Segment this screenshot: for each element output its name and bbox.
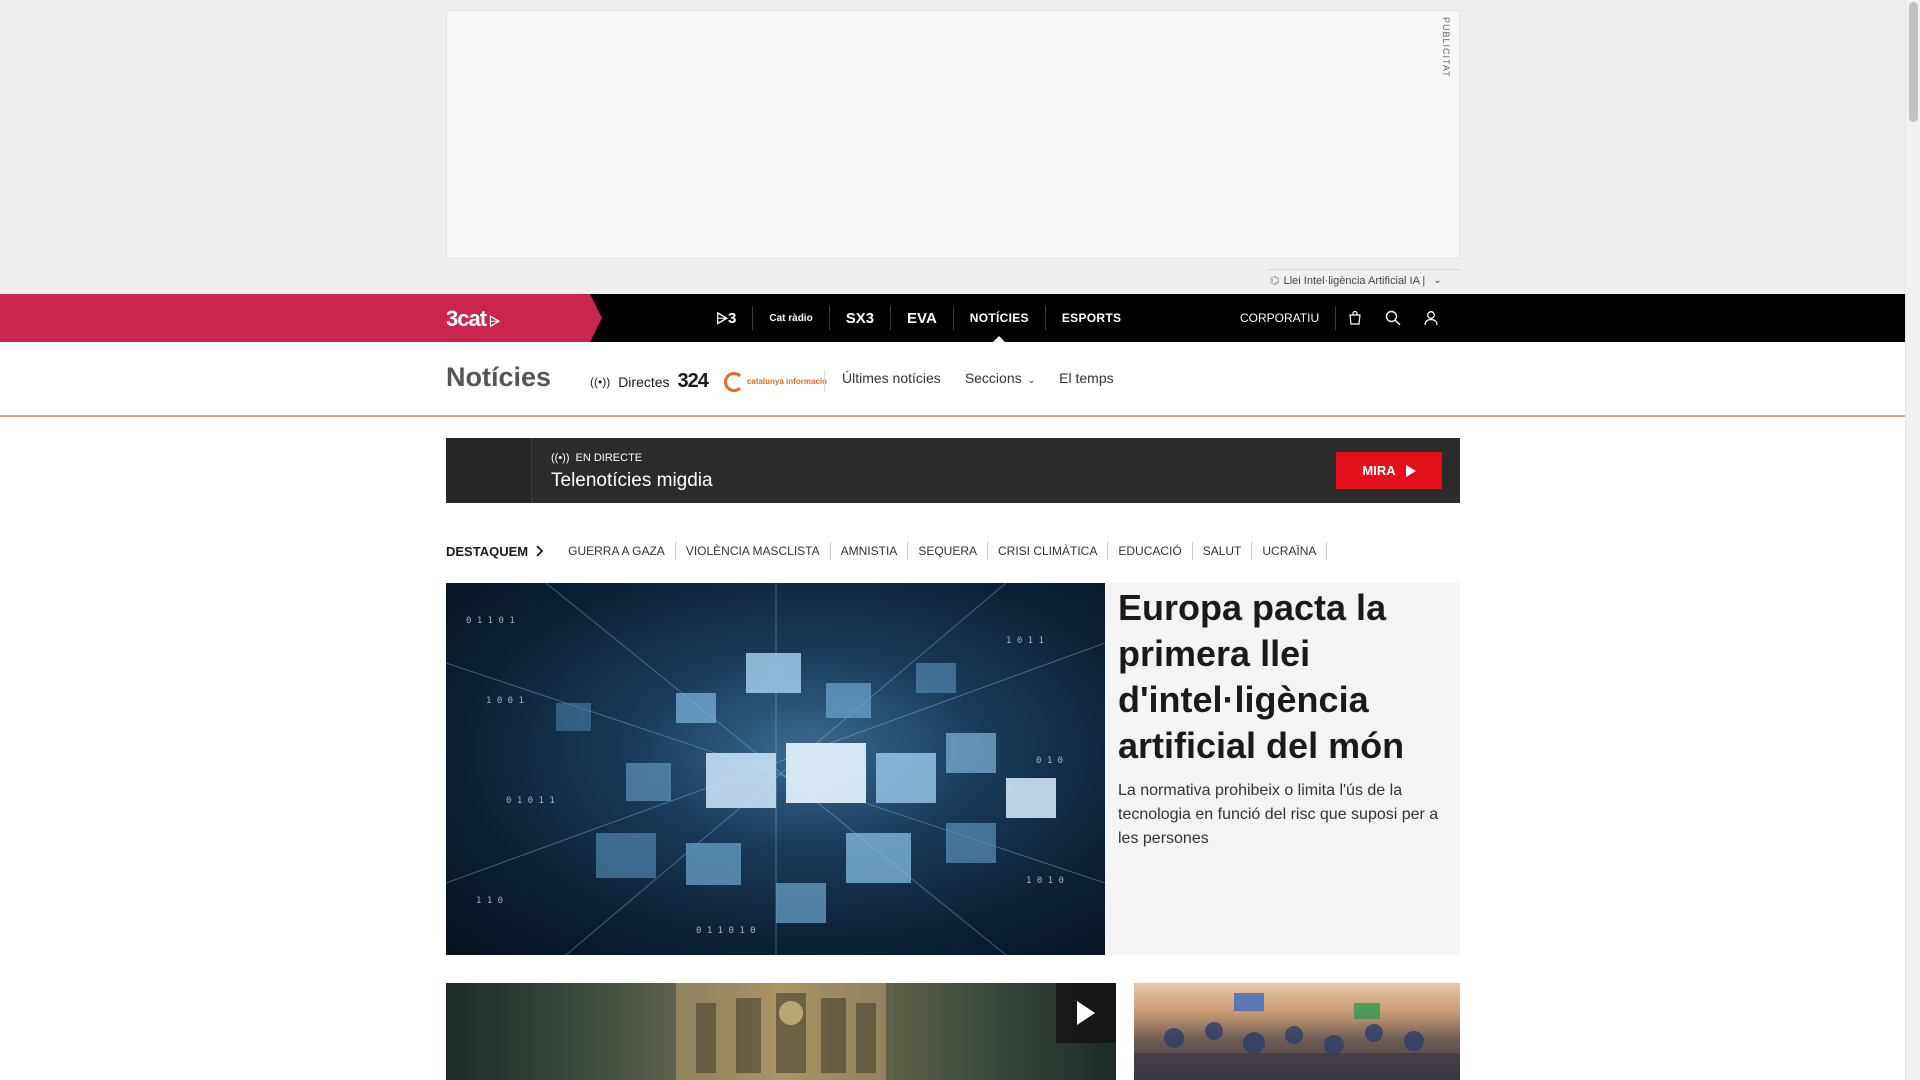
- channel-noticies[interactable]: NOTÍCIES: [954, 306, 1046, 330]
- directes-link[interactable]: ((•)) Directes 324 catalunya informació: [590, 370, 827, 393]
- logo-ci-text: catalunya informació: [746, 376, 827, 386]
- weather-link[interactable]: El temps: [1059, 370, 1113, 386]
- nav-right: CORPORATIU: [1240, 294, 1450, 342]
- logo-324[interactable]: 324: [678, 370, 709, 393]
- hero-image[interactable]: 0 1 1 0 1 1 0 0 1 0 1 0 1 1 1 1 0 1 0 1 1 0…: [446, 583, 1105, 955]
- channel-catradio[interactable]: Cat ràdio: [753, 306, 830, 330]
- play-icon: [1405, 464, 1416, 477]
- nav-accent-band: [0, 294, 602, 342]
- svg-text:0 1 0: 0 1 0: [1036, 756, 1063, 766]
- channel-tv3[interactable]: ⩥3: [700, 306, 754, 330]
- live-thumbnail: [446, 438, 532, 503]
- live-broadcast-icon: ((•)): [551, 452, 570, 464]
- hero-image-art: 0 1 1 0 1 1 0 0 1 0 1 0 1 1 1 1 0 1 0 1 1 0…: [446, 583, 1105, 955]
- play-button[interactable]: [1056, 983, 1116, 1043]
- trending-topic-text: Llei Intel·ligència Artificial IA |: [1283, 274, 1426, 287]
- svg-text:0 1 1 0 1: 0 1 1 0 1: [466, 616, 515, 626]
- hero-headline[interactable]: Europa pacta la primera llei d'intel·lig…: [1118, 585, 1448, 769]
- logo-3cat-text: 3cat: [446, 306, 487, 331]
- highlight-topic[interactable]: VIOLÈNCIA MASCLISTA: [676, 542, 831, 560]
- highlights-bar: DESTAQUEM GUERRA A GAZA VIOLÈNCIA MASCLI…: [446, 541, 1328, 561]
- watch-button-label: MIRA: [1362, 463, 1396, 478]
- news-card[interactable]: [1134, 983, 1460, 1080]
- svg-text:1 0 1 1: 1 0 1 1: [1006, 636, 1044, 646]
- section-header: Notícies ((•)) Directes 324 catalunya in…: [0, 342, 1905, 417]
- ad-label: PUBLICITAT: [1441, 17, 1451, 78]
- directes-label: Directes: [618, 373, 670, 390]
- sections-menu[interactable]: Seccions ⌄: [965, 370, 1035, 386]
- ad-area: PUBLICITAT ⌬ Llei Intel·ligència Artific…: [0, 0, 1905, 294]
- corporate-link[interactable]: CORPORATIU: [1240, 306, 1337, 330]
- global-nav: 3cat ⩥ ⩥3 Cat ràdio SX3 EVA NOTÍCIES ESP…: [0, 294, 1905, 342]
- highlight-topic[interactable]: CRISI CLIMÀTICA: [988, 542, 1109, 560]
- channel-sx3[interactable]: SX3: [830, 306, 892, 330]
- scroll-thumb[interactable]: [1909, 2, 1918, 122]
- highlight-topic[interactable]: SEQUERA: [908, 542, 988, 560]
- highlights-label-text: DESTAQUEM: [446, 543, 529, 559]
- live-kicker: ((•)) EN DIRECTE: [551, 452, 642, 464]
- highlights-label[interactable]: DESTAQUEM: [446, 544, 544, 559]
- chevron-down-icon: ⌄: [1027, 375, 1036, 385]
- svg-text:1 0 0 1: 1 0 0 1: [486, 696, 524, 706]
- channel-esports[interactable]: ESPORTS: [1046, 306, 1137, 330]
- live-broadcast-icon: ((•)): [590, 374, 611, 389]
- video-card-image: [676, 983, 886, 1080]
- highlight-topic[interactable]: EDUCACIÓ: [1108, 542, 1193, 560]
- user-icon[interactable]: [1412, 306, 1450, 330]
- tag-icon: ⌬: [1270, 275, 1280, 287]
- chevron-right-icon: [536, 545, 544, 557]
- trending-topic[interactable]: ⌬ Llei Intel·ligència Artificial IA | ⌄: [1268, 269, 1460, 291]
- svg-text:1 1 0: 1 1 0: [476, 896, 503, 906]
- highlight-topic[interactable]: SALUT: [1193, 542, 1253, 560]
- svg-text:0 1 0 1 1: 0 1 0 1 1: [506, 796, 555, 806]
- live-kicker-text: EN DIRECTE: [575, 452, 643, 464]
- ci-ring-icon: [723, 371, 744, 392]
- live-program-title: Telenotícies migdia: [551, 470, 713, 491]
- hero-summary: La normativa prohibeix o limita l'ús de …: [1118, 782, 1439, 847]
- news-card-image: [1134, 993, 1460, 1080]
- search-icon[interactable]: [1374, 306, 1412, 330]
- logo-3cat[interactable]: 3cat ⩥: [446, 306, 500, 332]
- play-icon: [1077, 1001, 1095, 1025]
- channel-eva[interactable]: EVA: [891, 306, 954, 330]
- live-banner[interactable]: ((•)) EN DIRECTE Telenotícies migdia MIR…: [446, 438, 1460, 503]
- scrollbar[interactable]: [1905, 0, 1920, 1080]
- hero-article[interactable]: 0 1 1 0 1 1 0 0 1 0 1 0 1 1 1 1 0 1 0 1 1 0…: [446, 583, 1460, 955]
- ad-slot[interactable]: PUBLICITAT: [446, 10, 1460, 259]
- latest-news-link[interactable]: Últimes notícies: [842, 370, 941, 386]
- highlight-topic[interactable]: AMNISTIA: [831, 542, 909, 560]
- highlight-topic[interactable]: UCRAÏNA: [1252, 542, 1328, 560]
- header-divider: [824, 370, 825, 392]
- logo-catalunya-informacio[interactable]: catalunya informació: [723, 371, 827, 392]
- channel-list: ⩥3 Cat ràdio SX3 EVA NOTÍCIES ESPORTS: [700, 294, 1137, 342]
- svg-text:0 1 1 0 1 0: 0 1 1 0 1 0: [696, 926, 756, 936]
- chevron-down-icon[interactable]: ⌄: [1433, 275, 1441, 286]
- svg-text:1 0 1 0: 1 0 1 0: [1026, 876, 1064, 886]
- hero-text: Europa pacta la primera llei d'intel·lig…: [1118, 583, 1448, 851]
- section-links: Últimes notícies Seccions ⌄ El temps: [842, 370, 1114, 386]
- logo-arrow-icon: ⩥: [486, 313, 500, 329]
- highlight-topic[interactable]: GUERRA A GAZA: [558, 542, 676, 560]
- watch-button[interactable]: MIRA: [1336, 452, 1442, 489]
- video-card[interactable]: [446, 983, 1116, 1080]
- shop-bag-icon[interactable]: [1336, 306, 1374, 330]
- sections-menu-label: Seccions: [964, 370, 1022, 386]
- page-title[interactable]: Notícies: [446, 362, 551, 393]
